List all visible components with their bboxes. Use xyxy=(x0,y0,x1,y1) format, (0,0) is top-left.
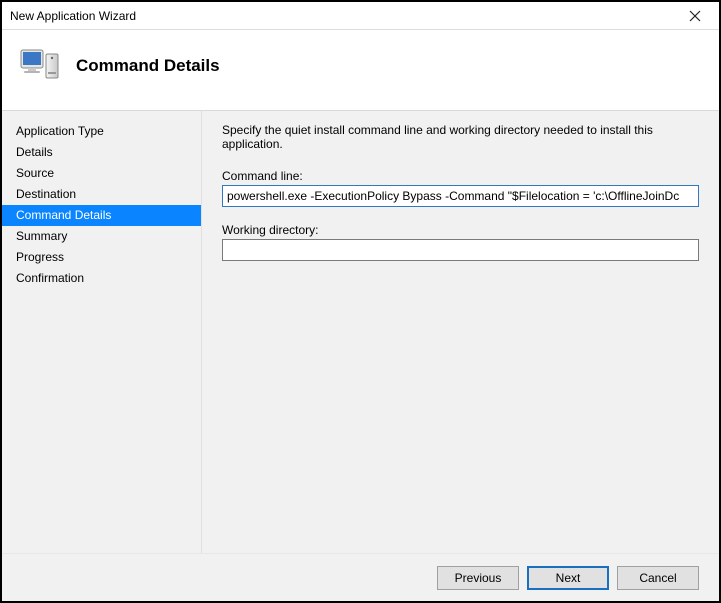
window-title: New Application Wizard xyxy=(10,9,136,23)
sidebar-item-details[interactable]: Details xyxy=(2,142,201,163)
sidebar-item-destination[interactable]: Destination xyxy=(2,184,201,205)
sidebar-item-command-details[interactable]: Command Details xyxy=(2,205,201,226)
wizard-body: Application Type Details Source Destinat… xyxy=(2,110,719,553)
cancel-button[interactable]: Cancel xyxy=(617,566,699,590)
sidebar-item-progress[interactable]: Progress xyxy=(2,247,201,268)
sidebar-item-source[interactable]: Source xyxy=(2,163,201,184)
sidebar-item-confirmation[interactable]: Confirmation xyxy=(2,268,201,289)
titlebar: New Application Wizard xyxy=(2,2,719,30)
command-line-input[interactable] xyxy=(222,185,699,207)
next-button[interactable]: Next xyxy=(527,566,609,590)
close-button[interactable] xyxy=(677,2,713,29)
previous-button[interactable]: Previous xyxy=(437,566,519,590)
wizard-footer: Previous Next Cancel xyxy=(2,553,719,601)
command-line-label: Command line: xyxy=(222,169,699,183)
computer-icon xyxy=(18,44,62,88)
working-directory-group: Working directory: xyxy=(222,223,699,261)
wizard-main: Specify the quiet install command line a… xyxy=(202,111,719,553)
page-description: Specify the quiet install command line a… xyxy=(222,123,699,151)
wizard-window: New Application Wizard Command Details A… xyxy=(0,0,721,603)
sidebar-item-summary[interactable]: Summary xyxy=(2,226,201,247)
working-directory-input[interactable] xyxy=(222,239,699,261)
sidebar-item-application-type[interactable]: Application Type xyxy=(2,121,201,142)
wizard-sidebar: Application Type Details Source Destinat… xyxy=(2,111,202,553)
working-directory-label: Working directory: xyxy=(222,223,699,237)
command-line-group: Command line: xyxy=(222,169,699,207)
close-icon xyxy=(689,10,701,22)
page-title: Command Details xyxy=(76,56,220,76)
wizard-header: Command Details xyxy=(2,30,719,110)
